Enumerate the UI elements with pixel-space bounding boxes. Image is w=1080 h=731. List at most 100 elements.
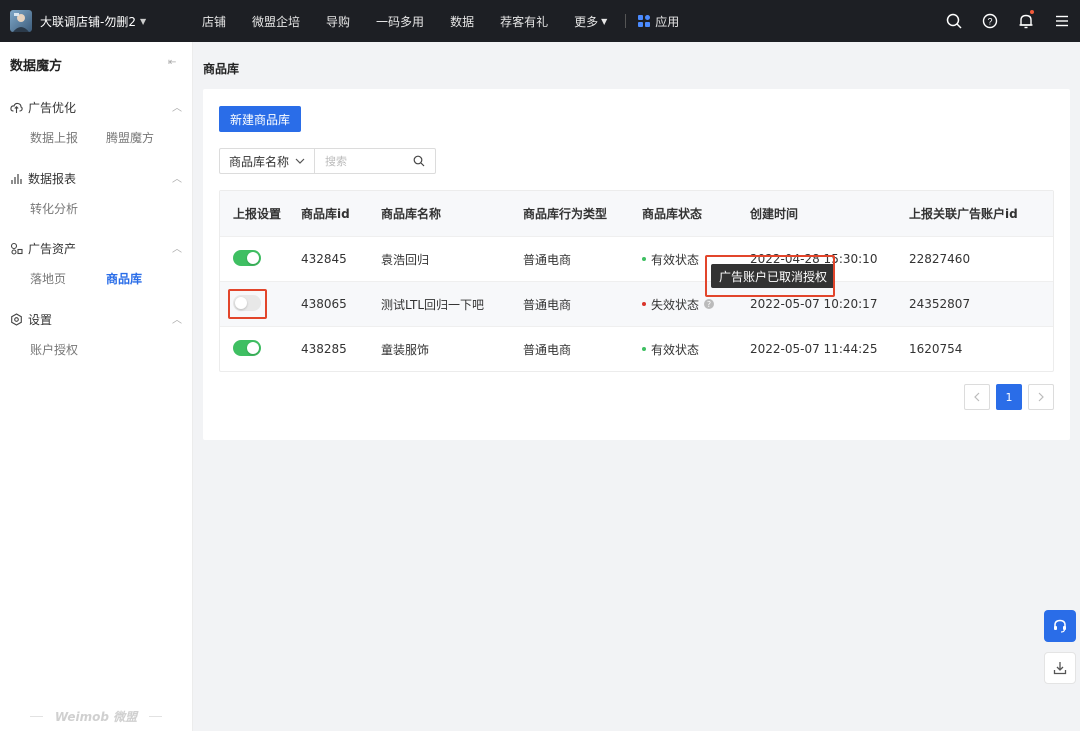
next-page-button[interactable] (1028, 384, 1054, 410)
ad-account-id: 22827460 (909, 252, 971, 266)
notification-dot (1030, 10, 1034, 14)
library-name: 童装服饰 (381, 342, 430, 357)
status-dot-valid (642, 347, 646, 351)
switch-knob (247, 341, 259, 354)
status-text: 失效状态 (651, 297, 700, 312)
search-input[interactable] (325, 154, 405, 168)
nav-item-referral[interactable]: 荐客有礼 (500, 13, 548, 30)
notification-bell-icon[interactable] (1008, 0, 1044, 42)
chevron-up-icon[interactable]: ︿ (172, 311, 182, 326)
chevron-right-icon (1038, 392, 1044, 402)
sidebar-group-header[interactable]: 广告优化 ︿ (10, 99, 182, 115)
help-icon[interactable]: ? (972, 0, 1008, 42)
nav-item-training[interactable]: 微盟企培 (252, 13, 300, 30)
column-header: 商品库状态 (642, 207, 703, 221)
search-icon[interactable] (936, 0, 972, 42)
download-icon (1053, 662, 1067, 675)
highlight-box-tooltip (705, 255, 835, 297)
chevron-down-icon (294, 155, 306, 170)
search-filter: 商品库名称 (219, 148, 436, 174)
sidebar-item-data-report[interactable]: 数据上报 (30, 129, 106, 146)
sidebar-group-label: 设置 (28, 312, 53, 327)
sidebar-group-header[interactable]: 广告资产 ︿ (10, 240, 182, 256)
created-time: 2022-05-07 10:20:17 (750, 297, 878, 311)
status-dot-invalid (642, 302, 646, 306)
column-header: 上报关联广告账户id (909, 207, 1018, 221)
page-title: 商品库 (203, 62, 240, 76)
sidebar-item-tengmeng-mofang[interactable]: 腾盟魔方 (106, 129, 182, 146)
filter-field-value: 商品库名称 (229, 154, 290, 169)
menu-icon[interactable] (1044, 0, 1080, 42)
svg-text:?: ? (987, 17, 992, 27)
brand-logo: Weimob 微盟 (54, 710, 138, 724)
download-button[interactable] (1044, 652, 1076, 684)
status-dot-valid (642, 257, 646, 261)
caret-down-icon: ▼ (601, 16, 608, 26)
brand-footer: Weimob 微盟 (24, 708, 168, 725)
library-name: 测试LTL回归一下吧 (381, 297, 485, 312)
status-text: 有效状态 (651, 342, 700, 357)
cloud-upload-icon (10, 101, 24, 114)
sidebar-group-label: 数据报表 (28, 171, 77, 186)
nav-item-guide[interactable]: 导购 (326, 13, 350, 30)
report-toggle-switch[interactable] (233, 249, 261, 266)
chevron-up-icon[interactable]: ︿ (172, 240, 182, 255)
ad-account-id: 1620754 (909, 342, 963, 356)
created-time: 2022-05-07 11:44:25 (750, 342, 878, 356)
new-product-library-button[interactable]: 新建商品库 (219, 106, 301, 132)
report-toggle-switch[interactable] (233, 339, 261, 356)
shop-switcher[interactable]: 大联调店铺-勿删2 ▼ (0, 0, 190, 42)
pagination: 1 (958, 384, 1054, 410)
shop-avatar (10, 10, 32, 32)
library-type: 普通电商 (523, 342, 572, 357)
prev-page-button[interactable] (964, 384, 990, 410)
apps-grid-icon (638, 15, 651, 27)
sidebar-group-settings: 设置 ︿ 账户授权 (10, 311, 182, 358)
table-header: 上报设置 商品库id 商品库名称 商品库行为类型 商品库状态 创建时间 上报关联… (220, 191, 1053, 236)
sidebar-group-header[interactable]: 设置 ︿ (10, 311, 182, 327)
product-library-table: 上报设置 商品库id 商品库名称 商品库行为类型 商品库状态 创建时间 上报关联… (219, 190, 1054, 372)
nav-more-label: 更多 (574, 14, 599, 29)
library-name: 袁浩回归 (381, 252, 430, 267)
sidebar-group-ad-assets: 广告资产 ︿ 落地页 商品库 (10, 240, 182, 287)
sidebar-group-label: 广告优化 (28, 100, 77, 115)
sidebar-group-header[interactable]: 数据报表 ︿ (10, 170, 182, 186)
status-text: 有效状态 (651, 252, 700, 267)
sidebar-item-product-library[interactable]: 商品库 (106, 270, 182, 287)
nav-item-more[interactable]: 更多 ▼ (574, 13, 607, 30)
collapse-sidebar-icon[interactable]: ⇤ (168, 57, 176, 68)
column-header: 创建时间 (750, 207, 799, 221)
sidebar: 数据魔方 ⇤ 广告优化 ︿ 数据上报 腾盟魔方 数据报表 ︿ 转化分析 广告资产… (0, 42, 193, 731)
library-id: 438065 (301, 297, 347, 311)
search-box (315, 148, 436, 174)
table-row: 438285 童装服饰 普通电商 有效状态 2022-05-07 11:44:2… (220, 326, 1053, 371)
page-number-button[interactable]: 1 (996, 384, 1022, 410)
shop-name: 大联调店铺-勿删2 (40, 14, 136, 29)
caret-down-icon: ▼ (139, 16, 147, 26)
sidebar-item-account-authorization[interactable]: 账户授权 (30, 341, 112, 358)
filter-field-select[interactable]: 商品库名称 (219, 148, 315, 174)
search-icon[interactable] (413, 155, 425, 170)
sidebar-group-reports: 数据报表 ︿ 转化分析 (10, 170, 182, 217)
nav-item-qrcode[interactable]: 一码多用 (376, 13, 424, 30)
table-row: 438065 测试LTL回归一下吧 普通电商 失效状态 ? 2022-05-07… (220, 281, 1053, 326)
sidebar-item-landing-page[interactable]: 落地页 (30, 270, 106, 287)
column-header: 商品库id (301, 207, 350, 221)
assets-icon (10, 242, 24, 255)
chevron-up-icon[interactable]: ︿ (172, 170, 182, 185)
nav-item-data[interactable]: 数据 (450, 13, 474, 30)
nav-divider (625, 14, 627, 28)
chevron-left-icon (974, 392, 980, 402)
ad-account-id: 24352807 (909, 297, 971, 311)
question-help-icon[interactable]: ? (704, 299, 715, 309)
sidebar-item-conversion-analysis[interactable]: 转化分析 (30, 200, 112, 217)
main-nav: 店铺 微盟企培 导购 一码多用 数据 荐客有礼 更多 ▼ 应用 (202, 0, 705, 42)
nav-item-apps[interactable]: 应用 (638, 13, 679, 30)
library-id: 438285 (301, 342, 347, 356)
column-header: 上报设置 (233, 207, 282, 221)
chevron-up-icon[interactable]: ︿ (172, 99, 182, 114)
column-header: 商品库行为类型 (523, 207, 608, 221)
library-type: 普通电商 (523, 297, 572, 312)
customer-service-button[interactable] (1044, 610, 1076, 642)
nav-item-store[interactable]: 店铺 (202, 13, 226, 30)
